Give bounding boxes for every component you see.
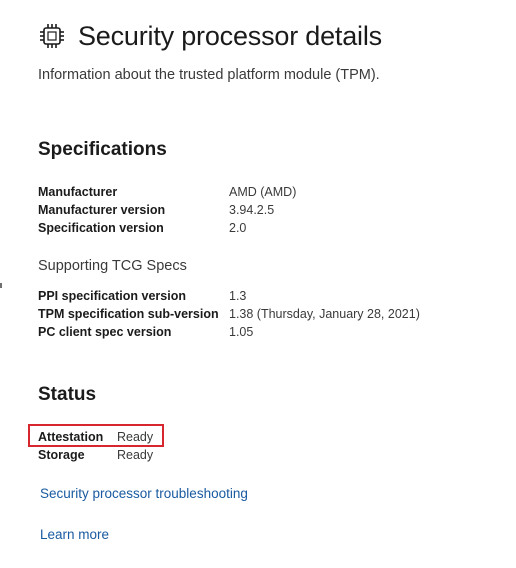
specifications-heading: Specifications — [38, 139, 167, 160]
page-header: Security processor details — [38, 20, 382, 52]
spec-label: PC client spec version — [38, 325, 172, 339]
spec-value: 1.38 (Thursday, January 28, 2021) — [229, 307, 420, 321]
status-value: Ready — [117, 448, 154, 462]
window-edge-marker — [0, 283, 2, 288]
spec-value: 1.05 — [229, 325, 254, 339]
spec-value: AMD (AMD) — [229, 185, 297, 199]
spec-value: 1.3 — [229, 289, 247, 303]
troubleshooting-link[interactable]: Security processor troubleshooting — [40, 486, 248, 501]
status-label: Storage — [38, 448, 85, 462]
spec-value: 3.94.2.5 — [229, 203, 275, 217]
spec-label: TPM specification sub-version — [38, 307, 219, 321]
attestation-highlight-box — [28, 424, 164, 447]
spec-label: Manufacturer — [38, 185, 118, 199]
spec-label: Specification version — [38, 221, 164, 235]
spec-label: Manufacturer version — [38, 203, 166, 217]
page-title: Security processor details — [78, 20, 382, 51]
spec-label: PPI specification version — [38, 289, 186, 303]
chip-icon — [38, 22, 66, 50]
learn-more-link[interactable]: Learn more — [40, 527, 109, 542]
tcg-specs-heading: Supporting TCG Specs — [38, 258, 187, 274]
status-heading: Status — [38, 384, 97, 405]
page-subtitle: Information about the trusted platform m… — [38, 67, 380, 83]
spec-value: 2.0 — [229, 221, 247, 235]
